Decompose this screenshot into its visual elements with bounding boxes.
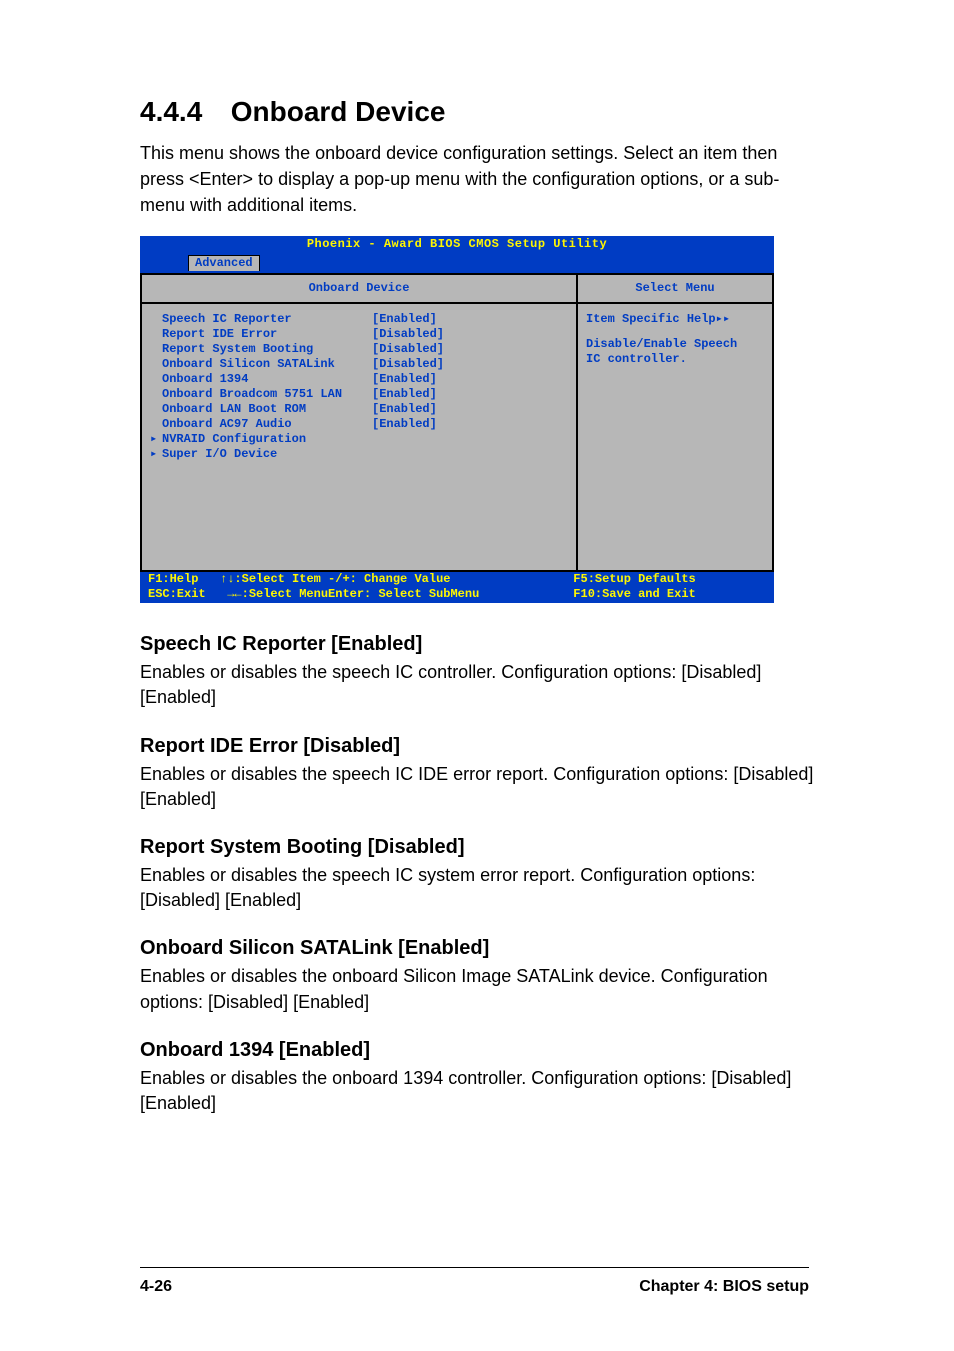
setting-label: NVRAID Configuration bbox=[162, 432, 372, 447]
setting-row[interactable]: Speech IC Reporter[Enabled] bbox=[150, 312, 570, 327]
setting-value: [Disabled] bbox=[372, 342, 570, 357]
setting-value: [Enabled] bbox=[372, 417, 570, 432]
bios-tab-row: Advanced bbox=[140, 252, 774, 273]
setting-value bbox=[372, 432, 570, 447]
row-arrow-icon bbox=[150, 357, 162, 372]
setting-row[interactable]: Report System Booting[Disabled] bbox=[150, 342, 570, 357]
bios-left-panel: Onboard Device Speech IC Reporter[Enable… bbox=[140, 275, 578, 572]
help-panel: Item Specific Help▸▸ Disable/Enable Spee… bbox=[578, 304, 772, 375]
footer-right: F5:Setup DefaultsF10:Save and Exit bbox=[573, 572, 766, 602]
row-arrow-icon bbox=[150, 327, 162, 342]
section-title: Onboard Device bbox=[231, 96, 446, 128]
bios-screenshot: Phoenix - Award BIOS CMOS Setup Utility … bbox=[140, 236, 774, 603]
setting-label: Onboard 1394 bbox=[162, 372, 372, 387]
item-body: Enables or disables the speech IC contro… bbox=[140, 660, 814, 710]
row-arrow-icon bbox=[150, 342, 162, 357]
setting-label: Onboard Silicon SATALink bbox=[162, 357, 372, 372]
row-arrow-icon bbox=[150, 372, 162, 387]
setting-value: [Disabled] bbox=[372, 327, 570, 342]
item-body: Enables or disables the speech IC system… bbox=[140, 863, 814, 913]
setting-row[interactable]: Onboard Broadcom 5751 LAN[Enabled] bbox=[150, 387, 570, 402]
setting-value: [Enabled] bbox=[372, 387, 570, 402]
tab-advanced[interactable]: Advanced bbox=[188, 255, 260, 271]
row-arrow-icon bbox=[150, 312, 162, 327]
setting-label: Onboard LAN Boot ROM bbox=[162, 402, 372, 417]
setting-value: [Enabled] bbox=[372, 312, 570, 327]
setting-value: [Enabled] bbox=[372, 402, 570, 417]
chevron-right-icon: ▸ bbox=[150, 432, 162, 447]
item-heading: Onboard 1394 [Enabled] bbox=[140, 1039, 814, 1062]
setting-value bbox=[372, 447, 570, 462]
setting-label: Super I/O Device bbox=[162, 447, 372, 462]
item-body: Enables or disables the onboard Silicon … bbox=[140, 964, 814, 1014]
submenu-row[interactable]: ▸NVRAID Configuration bbox=[150, 432, 570, 447]
setting-label: Report IDE Error bbox=[162, 327, 372, 342]
right-panel-title: Select Menu bbox=[578, 275, 772, 304]
item-heading: Report IDE Error [Disabled] bbox=[140, 735, 814, 758]
setting-row[interactable]: Onboard LAN Boot ROM[Enabled] bbox=[150, 402, 570, 417]
item-body: Enables or disables the onboard 1394 con… bbox=[140, 1066, 814, 1116]
help-text: Disable/Enable Speech bbox=[586, 337, 764, 352]
setting-row[interactable]: Onboard AC97 Audio[Enabled] bbox=[150, 417, 570, 432]
setting-label: Speech IC Reporter bbox=[162, 312, 372, 327]
setting-row[interactable]: Onboard 1394[Enabled] bbox=[150, 372, 570, 387]
row-arrow-icon bbox=[150, 402, 162, 417]
bios-title: Phoenix - Award BIOS CMOS Setup Utility bbox=[140, 236, 774, 252]
bios-right-panel: Select Menu Item Specific Help▸▸ Disable… bbox=[578, 275, 774, 572]
page-number: 4-26 bbox=[140, 1278, 172, 1296]
setting-value: [Disabled] bbox=[372, 357, 570, 372]
setting-label: Report System Booting bbox=[162, 342, 372, 357]
chevron-right-icon: ▸ bbox=[150, 447, 162, 462]
section-heading: 4.4.4 Onboard Device bbox=[140, 96, 814, 128]
setting-value: [Enabled] bbox=[372, 372, 570, 387]
item-heading: Onboard Silicon SATALink [Enabled] bbox=[140, 937, 814, 960]
help-text: IC controller. bbox=[586, 352, 764, 367]
page-footer: 4-26 Chapter 4: BIOS setup bbox=[140, 1267, 809, 1296]
footer-left: F1:Help ↑↓:Select ItemESC:Exit →←:Select… bbox=[148, 572, 328, 602]
item-body: Enables or disables the speech IC IDE er… bbox=[140, 762, 814, 812]
left-panel-title: Onboard Device bbox=[142, 275, 576, 304]
intro-paragraph: This menu shows the onboard device confi… bbox=[140, 140, 814, 218]
bios-settings-list: Speech IC Reporter[Enabled] Report IDE E… bbox=[142, 304, 576, 470]
row-arrow-icon bbox=[150, 387, 162, 402]
setting-row[interactable]: Onboard Silicon SATALink[Disabled] bbox=[150, 357, 570, 372]
bios-footer: F1:Help ↑↓:Select ItemESC:Exit →←:Select… bbox=[140, 572, 774, 603]
setting-row[interactable]: Report IDE Error[Disabled] bbox=[150, 327, 570, 342]
setting-label: Onboard Broadcom 5751 LAN bbox=[162, 387, 372, 402]
item-heading: Speech IC Reporter [Enabled] bbox=[140, 633, 814, 656]
row-arrow-icon bbox=[150, 417, 162, 432]
footer-mid: -/+: Change ValueEnter: Select SubMenu bbox=[328, 572, 573, 602]
setting-label: Onboard AC97 Audio bbox=[162, 417, 372, 432]
section-number: 4.4.4 bbox=[140, 96, 202, 128]
submenu-row[interactable]: ▸Super I/O Device bbox=[150, 447, 570, 462]
help-title: Item Specific Help▸▸ bbox=[586, 312, 764, 327]
item-heading: Report System Booting [Disabled] bbox=[140, 836, 814, 859]
chapter-label: Chapter 4: BIOS setup bbox=[639, 1278, 809, 1296]
